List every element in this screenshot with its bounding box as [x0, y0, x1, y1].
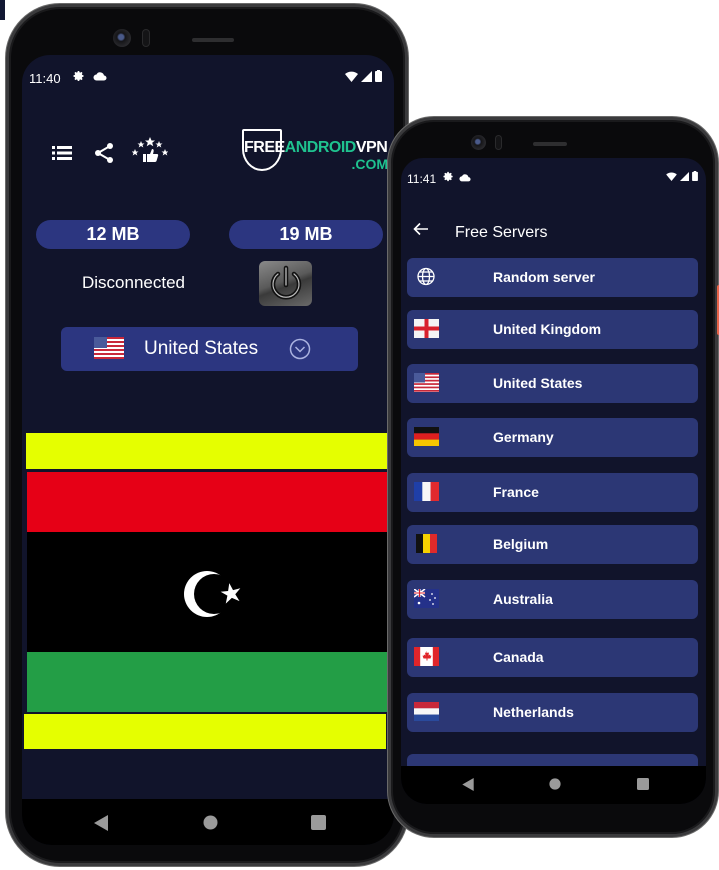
- signal-icon: [680, 171, 689, 181]
- server-item-netherlands[interactable]: Netherlands: [407, 693, 698, 732]
- server-item-canada[interactable]: Canada: [407, 638, 698, 677]
- cloud-icon: [93, 70, 107, 84]
- phone-servers: 11:41 Free Servers Random server United …: [388, 117, 719, 837]
- status-bar: 11:40: [22, 55, 394, 86]
- chevron-down-circle-icon[interactable]: [289, 338, 311, 360]
- back-nav-icon[interactable]: [462, 778, 474, 791]
- settings-icon: [443, 171, 454, 185]
- connection-status: Disconnected: [82, 273, 186, 292]
- cloud-icon: [459, 171, 471, 185]
- server-name: United Kingdom: [493, 321, 602, 337]
- server-item-belgium[interactable]: Belgium: [407, 525, 698, 564]
- status-right-icons: [666, 171, 698, 181]
- system-nav-bar: [22, 799, 394, 845]
- crescent-star-icon: [184, 571, 241, 617]
- server-item-australia[interactable]: Australia: [407, 580, 698, 619]
- rate-us-icon[interactable]: [131, 137, 169, 170]
- server-item-united-states[interactable]: United States: [407, 364, 698, 403]
- earpiece-speaker: [533, 142, 567, 146]
- phone-main: 11:40 FREEANDROIDVPN .COM 12 MB 19 MB Di…: [6, 4, 408, 866]
- system-nav-bar: [401, 766, 706, 804]
- back-nav-icon[interactable]: [94, 815, 108, 831]
- server-name: Australia: [493, 591, 553, 607]
- server-item-united-kingdom[interactable]: United Kingdom: [407, 310, 698, 349]
- battery-icon: [692, 171, 698, 181]
- flag-band-top-yellow: [26, 433, 388, 469]
- wifi-icon: [345, 71, 358, 82]
- status-time: 11:41: [407, 172, 437, 186]
- canada-flag-icon: [414, 647, 439, 666]
- battery-icon: [375, 70, 382, 82]
- front-camera: [471, 135, 486, 150]
- status-bar: 11:41: [401, 158, 706, 186]
- servers-header: Free Servers: [401, 213, 706, 249]
- server-name: Netherlands: [493, 704, 574, 720]
- download-traffic: 12 MB: [36, 220, 190, 249]
- server-item-germany[interactable]: Germany: [407, 418, 698, 457]
- flag-band-green: [27, 652, 387, 712]
- server-name: France: [493, 484, 539, 500]
- recents-nav-icon[interactable]: [311, 815, 326, 830]
- signal-icon: [361, 70, 372, 82]
- settings-icon: [73, 70, 85, 85]
- logo-vpn: VPN: [355, 139, 388, 156]
- page-title: Free Servers: [455, 224, 548, 241]
- flag-band-red: [27, 472, 387, 532]
- england-flag-icon: [414, 319, 439, 338]
- logo-wordmark: FREEANDROIDVPN: [244, 139, 388, 157]
- country-selector[interactable]: United States: [61, 327, 358, 371]
- home-nav-icon[interactable]: [549, 778, 561, 790]
- server-name: Canada: [493, 649, 544, 665]
- main-screen: 11:40 FREEANDROIDVPN .COM 12 MB 19 MB Di…: [22, 55, 394, 845]
- server-name: Random server: [493, 269, 595, 285]
- connect-button[interactable]: [259, 261, 312, 306]
- germany-flag-icon: [414, 427, 439, 446]
- app-logo: FREEANDROIDVPN .COM: [242, 129, 392, 177]
- proximity-sensor: [142, 29, 150, 47]
- proximity-sensor: [495, 135, 502, 150]
- status-right-icons: [345, 70, 382, 82]
- logo-free: FREE: [244, 139, 285, 156]
- server-item-random[interactable]: Random server: [407, 258, 698, 297]
- australia-flag-icon: [414, 589, 439, 608]
- us-flag-icon: [414, 373, 439, 392]
- home-nav-icon[interactable]: [203, 815, 218, 830]
- upload-traffic: 19 MB: [229, 220, 383, 249]
- logo-android: ANDROID: [284, 139, 357, 156]
- flag-band-bottom-yellow: [24, 714, 386, 749]
- server-name: United States: [493, 375, 583, 391]
- selected-country: United States: [144, 338, 259, 359]
- power-icon: [270, 265, 301, 299]
- server-name: Germany: [493, 429, 554, 445]
- logo-com: .COM: [351, 156, 388, 172]
- globe-icon: [417, 267, 435, 286]
- belgium-flag-icon: [416, 534, 437, 553]
- server-item-france[interactable]: France: [407, 473, 698, 512]
- share-icon[interactable]: [94, 142, 114, 169]
- arrow-left-icon[interactable]: [413, 222, 429, 236]
- netherlands-flag-icon: [414, 702, 439, 721]
- earpiece-speaker: [192, 38, 234, 42]
- status-time: 11:40: [29, 71, 61, 86]
- background-mark: [0, 0, 5, 20]
- wifi-icon: [666, 171, 677, 181]
- recents-nav-icon[interactable]: [637, 778, 649, 790]
- front-camera: [113, 29, 131, 47]
- server-name: Belgium: [493, 536, 549, 552]
- france-flag-icon: [414, 482, 439, 501]
- country-flag-display: [24, 433, 388, 751]
- menu-list-icon[interactable]: [52, 145, 72, 166]
- servers-screen: 11:41 Free Servers Random server United …: [401, 158, 706, 804]
- us-flag-icon: [94, 337, 124, 359]
